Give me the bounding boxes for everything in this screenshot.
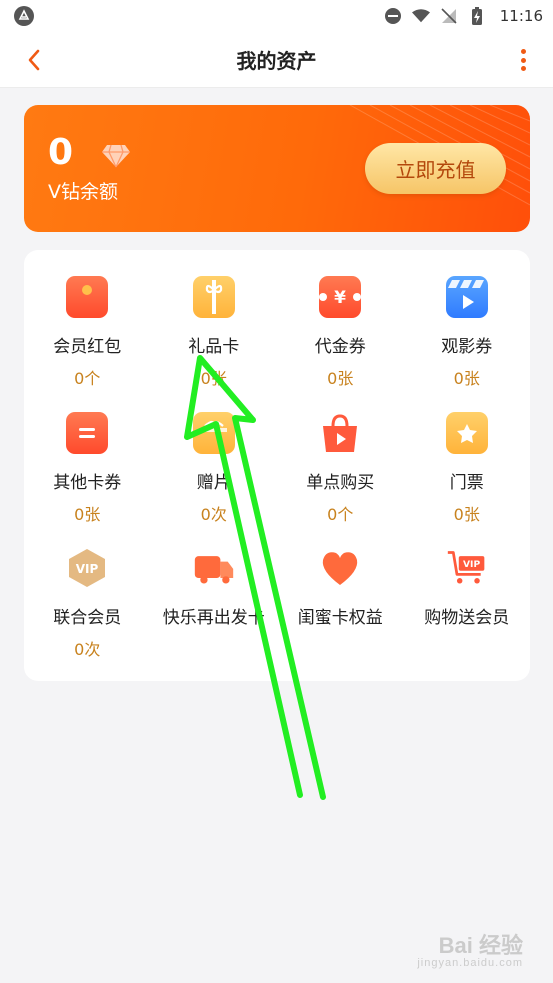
- red-envelope-icon: [66, 276, 109, 318]
- asset-name: 闺蜜卡权益: [297, 608, 383, 628]
- asset-count: 0个: [74, 369, 101, 388]
- asset-name: 购物送会员: [424, 608, 510, 628]
- asset-item-gift-card[interactable]: 礼品卡 0张: [151, 276, 278, 412]
- asset-name: 门票: [449, 472, 484, 493]
- assets-panel: 会员红包 0个 礼品卡 0张 ¥ 代金券 0张 观影券 0张 其他卡券 0张 赠…: [24, 250, 530, 681]
- asset-name: 代金券: [314, 337, 366, 357]
- balance-value: 0: [48, 132, 74, 173]
- battery-charging-icon: [468, 7, 486, 25]
- recharge-button[interactable]: 立即充值: [365, 143, 506, 194]
- asset-count: 0张: [453, 504, 480, 524]
- shopping-bag-icon: [319, 412, 361, 454]
- asset-item-gift-film[interactable]: 赠片 0次: [151, 411, 278, 548]
- more-menu-button[interactable]: [515, 46, 531, 74]
- nav-bar: 我的资产: [0, 32, 553, 88]
- asset-count: 0张: [74, 504, 101, 524]
- asset-name: 其他卡券: [53, 472, 122, 493]
- more-dot-icon: [520, 57, 526, 63]
- asset-item-movie-ticket[interactable]: 观影券 0张: [404, 276, 531, 412]
- no-signal-icon: [440, 7, 458, 25]
- gift-card-icon: [192, 276, 235, 318]
- asset-item-joint-membership[interactable]: VIP 联合会员 0次: [24, 547, 151, 683]
- watermark-url: jingyan.baidu.com: [417, 957, 523, 969]
- asset-item-bestie-card-benefits[interactable]: 闺蜜卡权益: [277, 547, 404, 683]
- asset-item-member-red-envelope[interactable]: 会员红包 0个: [24, 276, 151, 412]
- asset-item-shopping-gift-membership[interactable]: VIP 购物送会员: [404, 547, 531, 683]
- heart-icon: [319, 547, 361, 589]
- diamond-icon: [102, 144, 130, 168]
- back-button[interactable]: [18, 44, 50, 76]
- do-not-disturb-icon: [384, 7, 402, 25]
- truck-icon: [193, 547, 235, 589]
- watermark-brand: Bai 经验: [438, 933, 523, 958]
- voucher-icon: ¥: [319, 276, 362, 318]
- app-notification-icon: [14, 6, 34, 26]
- asset-item-ticket[interactable]: 门票 0张: [404, 411, 531, 548]
- ticket-star-icon: [445, 411, 488, 454]
- other-coupon-icon: [66, 411, 109, 454]
- svg-text:VIP: VIP: [463, 560, 480, 570]
- svg-text:VIP: VIP: [76, 562, 99, 576]
- asset-name: 会员红包: [53, 337, 122, 357]
- asset-count: 0张: [327, 369, 354, 388]
- asset-count: 0张: [200, 369, 227, 388]
- asset-name: 单点购买: [306, 472, 375, 493]
- balance-card: 0 V钻余额 立即充值: [24, 105, 530, 232]
- status-bar: 11:16: [0, 0, 553, 32]
- asset-name: 礼品卡: [188, 337, 240, 357]
- vip-cart-icon: VIP: [446, 547, 488, 589]
- wifi-icon: [411, 7, 430, 25]
- asset-item-other-coupons[interactable]: 其他卡券 0张: [24, 411, 151, 548]
- chevron-left-icon: [28, 49, 40, 71]
- asset-name: 赠片: [196, 472, 231, 493]
- movie-ticket-icon: [445, 276, 488, 318]
- more-dot-icon: [520, 66, 526, 71]
- asset-item-single-purchase[interactable]: 单点购买 0个: [277, 412, 404, 548]
- asset-name: 快乐再出发卡: [162, 608, 265, 628]
- asset-count: 0次: [200, 504, 227, 524]
- asset-name: 观影券: [441, 337, 493, 357]
- vip-badge-icon: VIP: [66, 547, 108, 589]
- svg-text:¥: ¥: [334, 288, 346, 308]
- asset-item-voucher[interactable]: ¥ 代金券 0张: [277, 276, 404, 412]
- status-time: 11:16: [499, 7, 543, 25]
- assets-grid: 会员红包 0个 礼品卡 0张 ¥ 代金券 0张 观影券 0张 其他卡券 0张 赠…: [24, 250, 530, 683]
- asset-count: 0个: [327, 504, 354, 524]
- asset-item-happy-restart-card[interactable]: 快乐再出发卡: [151, 547, 278, 683]
- balance-label: V钻余额: [48, 181, 118, 203]
- more-dot-icon: [520, 49, 526, 54]
- asset-count: 0张: [453, 369, 480, 388]
- page-title: 我的资产: [236, 49, 317, 73]
- gift-film-icon: [192, 411, 235, 454]
- asset-count: 0次: [74, 640, 101, 659]
- asset-name: 联合会员: [53, 608, 122, 628]
